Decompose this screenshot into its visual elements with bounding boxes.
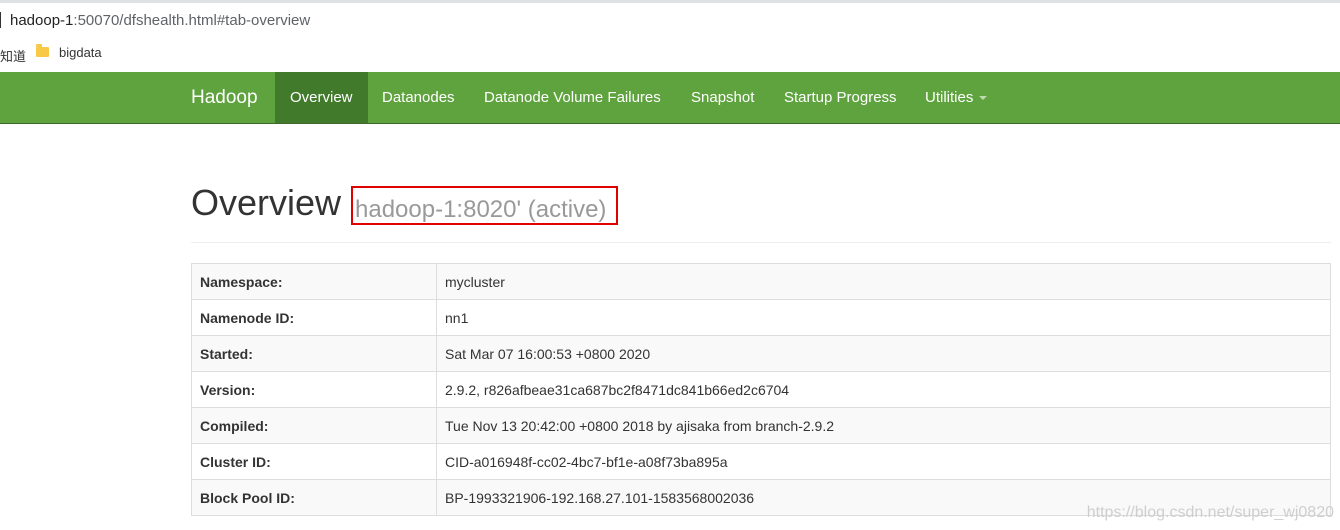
text-cursor	[0, 12, 1, 28]
nav-utilities-label: Utilities	[925, 89, 974, 106]
overview-table: Namespace: mycluster Namenode ID: nn1 St…	[191, 263, 1331, 516]
row-value: 2.9.2, r826afbeae31ca687bc2f8471dc841b66…	[436, 371, 1331, 408]
row-key: Namenode ID:	[191, 299, 437, 336]
nav-utilities-dropdown[interactable]: Utilities	[910, 72, 1002, 123]
brand-link[interactable]: Hadoop	[191, 72, 258, 124]
table-row: Compiled: Tue Nov 13 20:42:00 +0800 2018…	[191, 407, 1331, 444]
url-host: hadoop-1	[10, 12, 74, 29]
nav-volume-failures-label: Datanode Volume Failures	[484, 89, 661, 106]
row-value: mycluster	[436, 263, 1331, 300]
bookmark-folder-bigdata[interactable]: bigdata	[59, 45, 102, 60]
bookmark-partial[interactable]: 知道	[0, 46, 26, 65]
nav-startup-progress-label: Startup Progress	[784, 89, 897, 106]
page-title: Overview	[191, 182, 342, 223]
nav-snapshot-label: Snapshot	[691, 89, 755, 106]
highlight-annotation-box	[351, 186, 618, 225]
row-value: nn1	[436, 299, 1331, 336]
row-value: CID-a016948f-cc02-4bc7-bf1e-a08f73ba895a	[436, 443, 1331, 480]
nav-snapshot[interactable]: Snapshot	[676, 72, 769, 123]
nav-overview[interactable]: Overview	[275, 72, 368, 123]
navbar: Hadoop Overview Datanodes Datanode Volum…	[0, 72, 1340, 124]
caret-down-icon	[979, 96, 988, 101]
row-key: Namespace:	[191, 263, 437, 300]
folder-icon[interactable]	[36, 44, 49, 57]
nav-overview-label: Overview	[290, 89, 353, 106]
table-row: Namespace: mycluster	[191, 263, 1331, 300]
url-text[interactable]: hadoop-1:50070/dfshealth.html#tab-overvi…	[10, 12, 310, 29]
row-key: Block Pool ID:	[191, 479, 437, 516]
table-row: Namenode ID: nn1	[191, 299, 1331, 336]
row-value: Tue Nov 13 20:42:00 +0800 2018 by ajisak…	[436, 407, 1331, 444]
row-key: Compiled:	[191, 407, 437, 444]
nav-startup-progress[interactable]: Startup Progress	[769, 72, 912, 123]
nav-datanodes-label: Datanodes	[382, 89, 455, 106]
watermark: https://blog.csdn.net/super_wj0820	[1086, 504, 1334, 521]
bookmarks-bar: 知道 bigdata	[0, 38, 1340, 72]
row-key: Version:	[191, 371, 437, 408]
table-row: Started: Sat Mar 07 16:00:53 +0800 2020	[191, 335, 1331, 372]
url-path: :50070/dfshealth.html#tab-overview	[73, 12, 311, 29]
nav-datanode-volume-failures[interactable]: Datanode Volume Failures	[469, 72, 676, 123]
row-key: Started:	[191, 335, 437, 372]
table-row: Cluster ID: CID-a016948f-cc02-4bc7-bf1e-…	[191, 443, 1331, 480]
row-key: Cluster ID:	[191, 443, 437, 480]
row-value: Sat Mar 07 16:00:53 +0800 2020	[436, 335, 1331, 372]
nav-datanodes[interactable]: Datanodes	[367, 72, 470, 123]
address-bar[interactable]: hadoop-1:50070/dfshealth.html#tab-overvi…	[0, 0, 1340, 38]
table-row: Version: 2.9.2, r826afbeae31ca687bc2f847…	[191, 371, 1331, 408]
